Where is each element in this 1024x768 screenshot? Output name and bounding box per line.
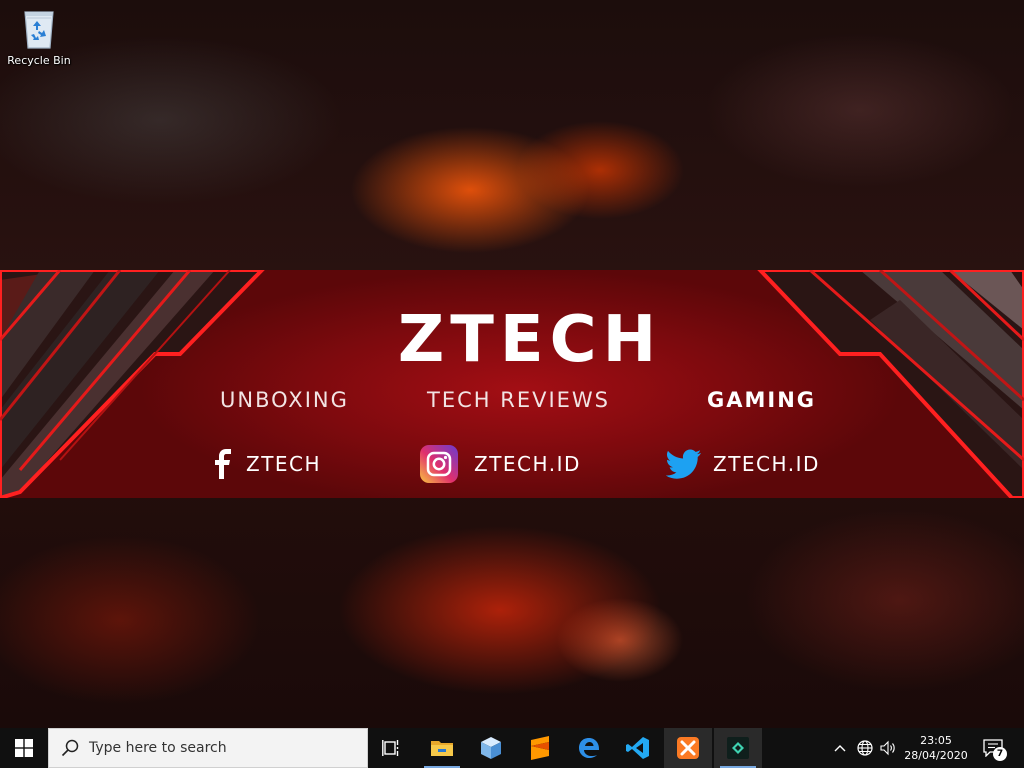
social-facebook: ZTECH	[212, 446, 321, 482]
file-explorer-icon	[431, 741, 453, 756]
windows-start-icon	[15, 739, 33, 757]
edge-icon	[579, 738, 600, 758]
show-hidden-icons-button[interactable]	[830, 728, 850, 768]
cube-app-button[interactable]	[467, 728, 515, 768]
twitter-icon	[666, 449, 701, 479]
taskbar: Type here to search 23:05 28/04/2020	[0, 728, 1024, 768]
search-icon	[61, 739, 79, 757]
sublime-text-button[interactable]	[516, 728, 564, 768]
instagram-handle: ZTECH.ID	[474, 452, 581, 476]
clock-date: 28/04/2020	[904, 749, 968, 762]
facebook-icon	[215, 449, 231, 479]
social-twitter: ZTECH.ID	[666, 446, 820, 482]
network-button[interactable]	[854, 728, 876, 768]
xampp-icon	[677, 737, 699, 759]
start-button[interactable]	[0, 728, 48, 768]
recycle-bin-icon	[24, 11, 54, 49]
xampp-button[interactable]	[664, 728, 712, 768]
filmora-button[interactable]	[714, 728, 762, 768]
vscode-button[interactable]	[614, 728, 662, 768]
cube-app-icon	[481, 737, 501, 759]
edge-browser-button[interactable]	[565, 728, 613, 768]
taskbar-search-box[interactable]: Type here to search	[48, 728, 368, 768]
topic-unboxing: UNBOXING	[220, 388, 349, 412]
chevron-up-icon	[834, 745, 846, 752]
taskbar-clock[interactable]: 23:05 28/04/2020	[900, 728, 972, 768]
instagram-icon	[420, 445, 458, 483]
filmora-icon	[727, 737, 749, 759]
recycle-bin-label: Recycle Bin	[7, 54, 71, 67]
twitter-handle: ZTECH.ID	[713, 452, 820, 476]
vscode-icon	[626, 737, 649, 759]
task-view-button[interactable]	[368, 728, 416, 768]
recycle-bin-shortcut[interactable]: Recycle Bin	[4, 6, 74, 78]
globe-icon	[857, 740, 873, 756]
volume-button[interactable]	[877, 728, 899, 768]
sublime-text-icon	[531, 736, 549, 760]
task-view-icon	[382, 740, 399, 756]
topic-tech-reviews: TECH REVIEWS	[427, 388, 611, 412]
social-instagram: ZTECH.ID	[420, 445, 581, 483]
facebook-handle: ZTECH	[246, 452, 322, 476]
banner-title: ZTECH	[397, 303, 663, 377]
topic-gaming: GAMING	[707, 388, 817, 412]
clock-time: 23:05	[920, 734, 952, 747]
speaker-icon	[880, 740, 895, 756]
notification-count-badge: 7	[993, 747, 1007, 761]
search-placeholder: Type here to search	[89, 740, 227, 756]
file-explorer-button[interactable]	[418, 728, 466, 768]
